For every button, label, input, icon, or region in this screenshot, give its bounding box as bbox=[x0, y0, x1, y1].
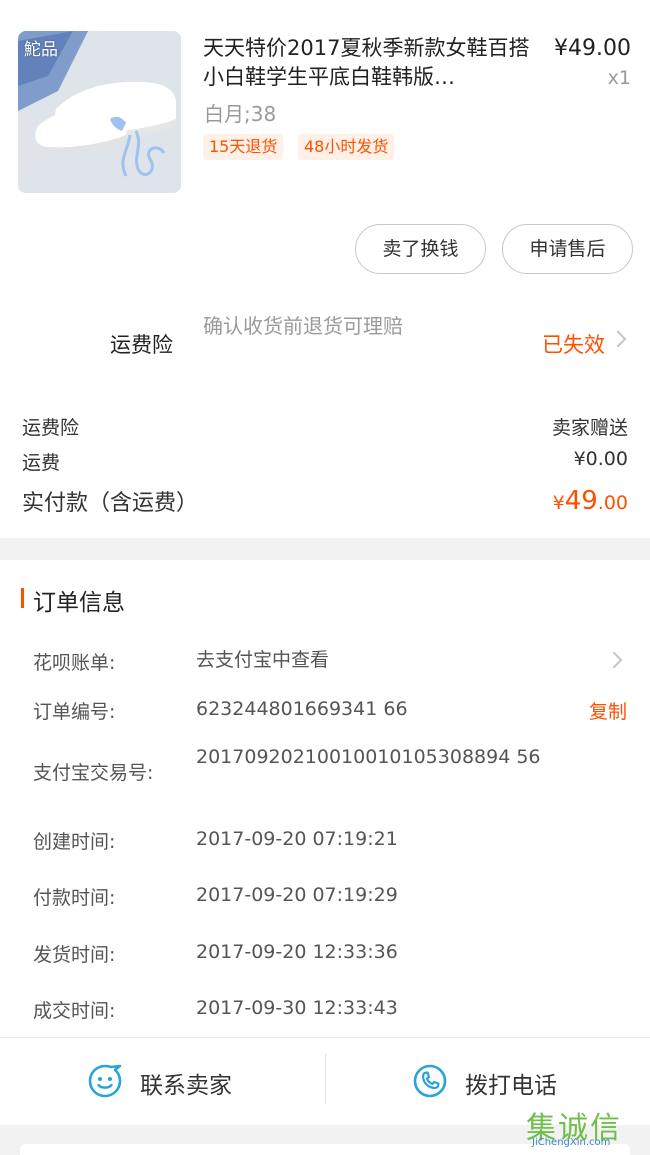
shipping-insurance-desc: 确认收货前退货可理赔 bbox=[203, 314, 403, 338]
product-title[interactable]: 天天特价2017夏秋季新款女鞋百搭小白鞋学生平底白鞋韩版… bbox=[203, 34, 533, 92]
watermark-sub-text: JiChengXin.com bbox=[532, 1137, 611, 1148]
alipay-trade-row: 支付宝交易号: 20170920210010010105308894 56 bbox=[0, 745, 650, 801]
order-info-header: 订单信息 bbox=[0, 560, 650, 630]
brand-watermark-label: 鮀品 bbox=[24, 40, 58, 60]
product-price: ¥49.00 bbox=[554, 36, 631, 61]
paid-currency: ¥ bbox=[552, 492, 565, 514]
summary-shipping-label: 运费 bbox=[22, 452, 61, 474]
shipping-insurance-status: 已失效 bbox=[542, 333, 605, 357]
call-phone-label: 拨打电话 bbox=[465, 1073, 557, 1099]
site-watermark: 集诚信 JiChengXin.com bbox=[526, 1103, 644, 1148]
product-quantity: x1 bbox=[607, 67, 631, 89]
huabei-value: 去支付宝中查看 bbox=[196, 649, 330, 671]
summary-paid-amount: ¥49.00 bbox=[553, 486, 628, 516]
return-policy-badge: 15天退货 bbox=[203, 134, 284, 160]
alipay-trade-value: 20170920210010010105308894 56 bbox=[196, 746, 541, 768]
chevron-right-icon bbox=[609, 330, 627, 348]
closed-time-value: 2017-09-30 12:33:43 bbox=[196, 997, 398, 1019]
after-sale-button[interactable]: 申请售后 bbox=[502, 224, 633, 274]
order-number-value: 623244801669341 66 bbox=[196, 698, 408, 720]
summary-insurance-value: 卖家赠送 bbox=[551, 417, 628, 439]
product-thumbnail[interactable]: 鮀品 bbox=[18, 31, 181, 193]
shipped-time-label: 发货时间: bbox=[33, 944, 116, 966]
contact-seller-button[interactable]: 联系卖家 bbox=[0, 1038, 325, 1126]
shipped-time-row: 发货时间: 2017-09-20 12:33:36 bbox=[0, 940, 650, 970]
phone-icon bbox=[413, 1064, 447, 1098]
shipping-insurance-row[interactable]: 运费险 确认收货前退货可理赔 已失效 bbox=[0, 300, 650, 386]
summary-paid-row: 实付款（含运费） ¥49.00 bbox=[22, 485, 628, 517]
chevron-right-icon bbox=[605, 651, 623, 669]
paid-decimal: .00 bbox=[597, 492, 628, 514]
copy-order-number-button[interactable]: 复制 bbox=[589, 697, 627, 724]
created-time-value: 2017-09-20 07:19:21 bbox=[196, 828, 398, 850]
closed-time-label: 成交时间: bbox=[33, 1000, 116, 1022]
shipping-insurance-label: 运费险 bbox=[110, 333, 173, 357]
huabei-bill-row[interactable]: 花呗账单: 去支付宝中查看 bbox=[0, 648, 650, 678]
summary-shipping-row: 运费 ¥0.00 bbox=[22, 448, 628, 475]
order-item-card[interactable]: 鮀品 天天特价2017夏秋季新款女鞋百搭小白鞋学生平底白鞋韩版… ¥49.00 … bbox=[0, 0, 650, 210]
summary-insurance-row: 运费险 卖家赠送 bbox=[22, 413, 628, 440]
alipay-trade-label: 支付宝交易号: bbox=[33, 762, 154, 784]
paid-time-label: 付款时间: bbox=[33, 887, 116, 909]
paid-integer: 49 bbox=[564, 486, 598, 516]
summary-insurance-label: 运费险 bbox=[22, 417, 80, 439]
sell-for-cash-button[interactable]: 卖了换钱 bbox=[355, 224, 486, 274]
section-accent-bar bbox=[21, 588, 24, 608]
paid-time-value: 2017-09-20 07:19:29 bbox=[196, 884, 398, 906]
section-divider bbox=[0, 538, 650, 560]
chat-bubble-icon bbox=[88, 1064, 122, 1098]
created-time-row: 创建时间: 2017-09-20 07:19:21 bbox=[0, 827, 650, 857]
order-number-row: 订单编号: 623244801669341 66 复制 bbox=[0, 697, 650, 727]
shipped-time-value: 2017-09-20 12:33:36 bbox=[196, 941, 398, 963]
shipping-promise-badge: 48小时发货 bbox=[298, 134, 395, 160]
huabei-label: 花呗账单: bbox=[33, 652, 116, 674]
order-number-label: 订单编号: bbox=[33, 701, 116, 723]
product-spec: 白月;38 bbox=[204, 102, 277, 126]
summary-shipping-value: ¥0.00 bbox=[573, 448, 628, 470]
order-info-title: 订单信息 bbox=[33, 590, 125, 616]
paid-time-row: 付款时间: 2017-09-20 07:19:29 bbox=[0, 883, 650, 913]
closed-time-row: 成交时间: 2017-09-30 12:33:43 bbox=[0, 996, 650, 1026]
created-time-label: 创建时间: bbox=[33, 831, 116, 853]
contact-seller-label: 联系卖家 bbox=[140, 1073, 232, 1099]
summary-paid-label: 实付款（含运费） bbox=[22, 491, 199, 516]
